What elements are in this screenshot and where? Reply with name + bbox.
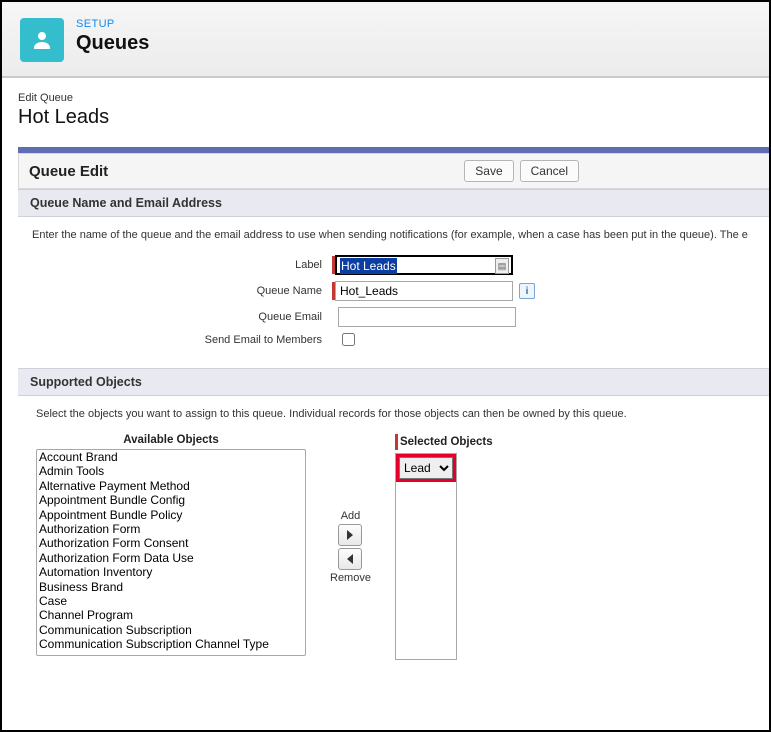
list-item[interactable]: Appointment Bundle Config bbox=[37, 493, 305, 507]
breadcrumb: Edit Queue bbox=[18, 92, 769, 104]
save-button[interactable]: Save bbox=[464, 160, 513, 182]
list-item[interactable]: Business Brand bbox=[37, 580, 305, 594]
label-picker-icon[interactable]: ▤ bbox=[495, 258, 509, 274]
panel-header: Queue Edit Save Cancel bbox=[18, 153, 769, 189]
remove-label: Remove bbox=[330, 572, 371, 584]
list-item[interactable]: Case bbox=[37, 594, 305, 608]
label-field-label: Label bbox=[295, 259, 322, 271]
setup-label: SETUP bbox=[76, 18, 149, 30]
list-item[interactable]: Account Brand bbox=[37, 450, 305, 464]
panel-title: Queue Edit bbox=[29, 163, 108, 180]
remove-button[interactable] bbox=[338, 548, 362, 570]
page-header: SETUP Queues bbox=[2, 2, 769, 78]
list-item[interactable]: Appointment Bundle Policy bbox=[37, 508, 305, 522]
page-title: Queues bbox=[76, 32, 149, 55]
queue-email-input[interactable] bbox=[338, 307, 516, 327]
list-item[interactable]: Admin Tools bbox=[37, 464, 305, 478]
add-button[interactable] bbox=[338, 524, 362, 546]
add-label: Add bbox=[341, 510, 361, 522]
list-item[interactable]: Authorization Form Consent bbox=[37, 536, 305, 550]
queue-name-heading: Hot Leads bbox=[18, 106, 769, 129]
selected-objects-select[interactable]: Lead bbox=[399, 457, 453, 479]
help-text-supported: Select the objects you want to assign to… bbox=[36, 408, 755, 420]
cancel-button[interactable]: Cancel bbox=[520, 160, 579, 182]
send-email-checkbox[interactable] bbox=[342, 333, 355, 346]
available-objects-title: Available Objects bbox=[36, 434, 306, 446]
list-item[interactable]: Communication Subscription Channel Type bbox=[37, 637, 305, 651]
section-header-supported: Supported Objects bbox=[18, 368, 769, 396]
queue-name-field-label: Queue Name bbox=[257, 285, 322, 297]
send-email-field-label: Send Email to Members bbox=[205, 334, 322, 346]
list-item[interactable]: Automation Inventory bbox=[37, 565, 305, 579]
person-icon bbox=[20, 18, 64, 62]
selected-objects-title: Selected Objects bbox=[400, 436, 493, 448]
highlight-box: Lead bbox=[396, 454, 456, 482]
available-objects-list[interactable]: Account BrandAdmin ToolsAlternative Paym… bbox=[36, 449, 306, 656]
list-item[interactable]: Authorization Form bbox=[37, 522, 305, 536]
list-item[interactable]: Alternative Payment Method bbox=[37, 479, 305, 493]
section-header-name-email: Queue Name and Email Address bbox=[18, 189, 769, 217]
info-icon[interactable]: i bbox=[519, 283, 535, 299]
required-indicator bbox=[395, 434, 398, 450]
list-item[interactable]: Authorization Form Data Use bbox=[37, 551, 305, 565]
label-input-selection: Hot Leads bbox=[340, 258, 397, 274]
queue-email-field-label: Queue Email bbox=[258, 311, 322, 323]
selected-objects-list[interactable]: Lead bbox=[395, 453, 457, 660]
list-item[interactable]: Channel Program bbox=[37, 608, 305, 622]
list-item[interactable]: Communication Subscription bbox=[37, 623, 305, 637]
help-text-name-email: Enter the name of the queue and the emai… bbox=[32, 229, 755, 241]
queue-name-input[interactable] bbox=[335, 281, 513, 301]
